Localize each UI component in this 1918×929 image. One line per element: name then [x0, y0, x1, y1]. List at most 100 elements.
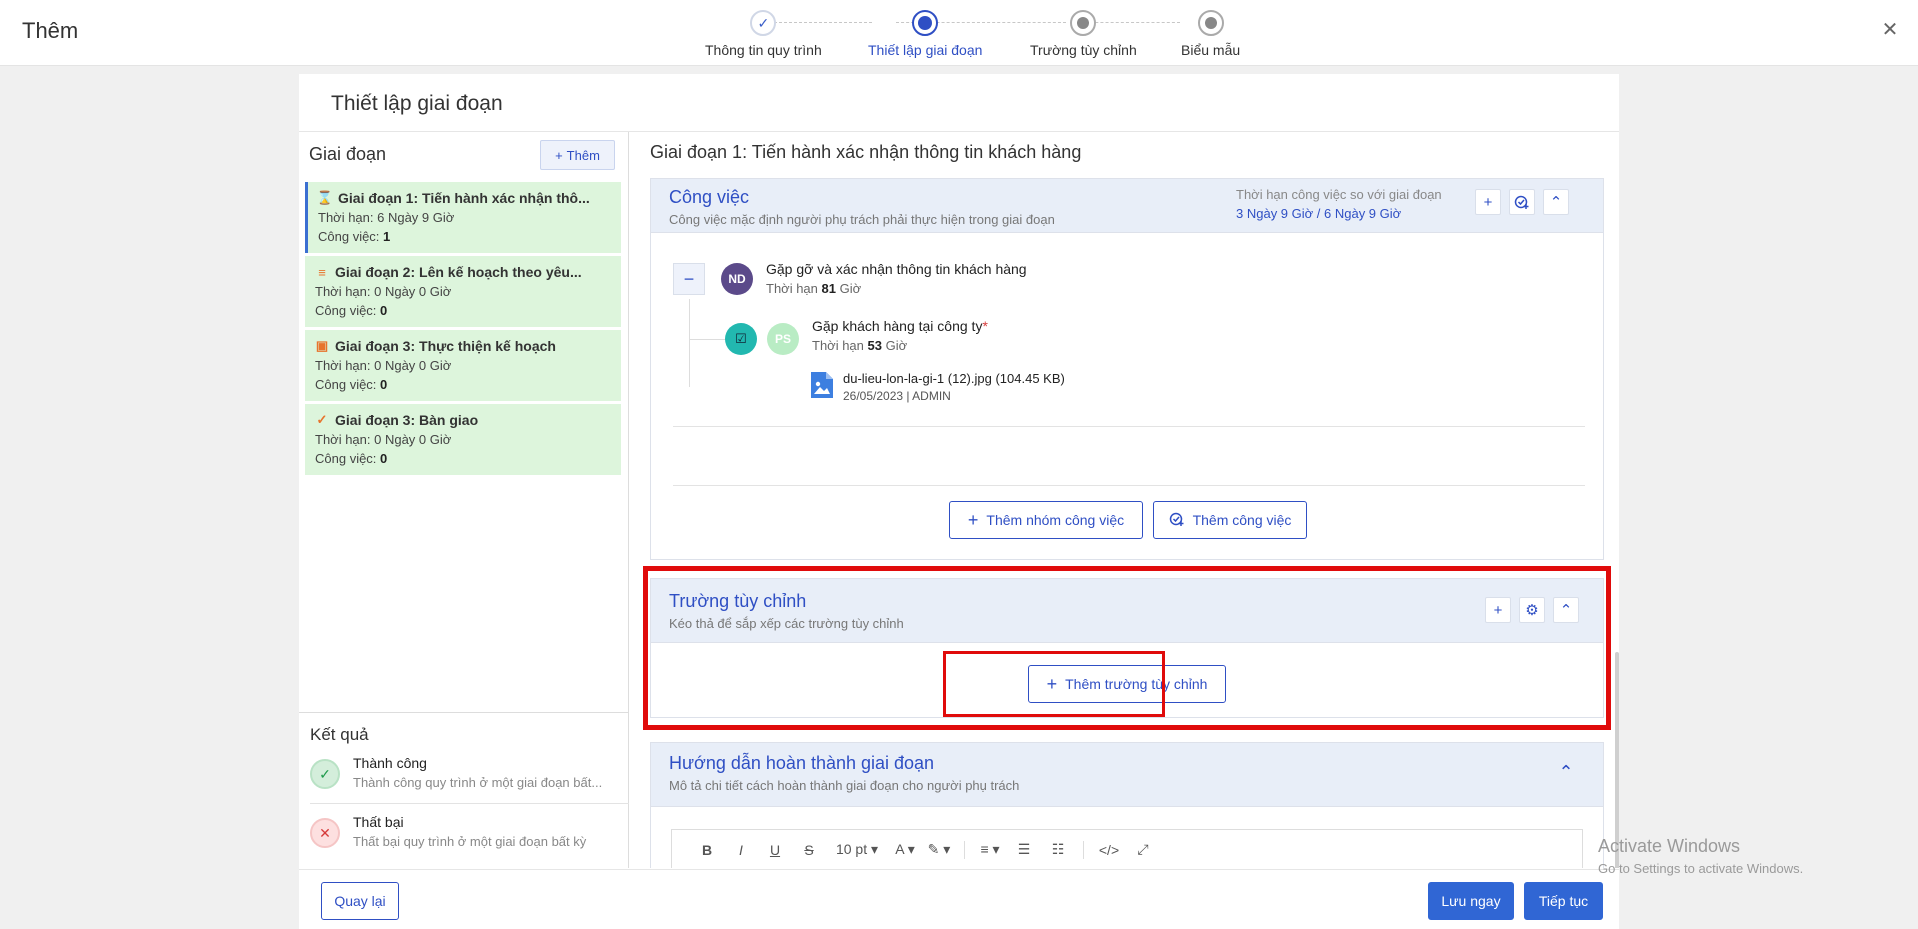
stage-deadline: 6 Ngày 9 Giờ [377, 210, 455, 225]
step-forms[interactable]: Biểu mẫu [1181, 10, 1240, 58]
check-circle-icon: ✓ [310, 759, 340, 789]
collapse-group-button[interactable]: − [673, 263, 705, 295]
add-task-button[interactable]: Thêm công việc [1153, 501, 1307, 539]
strikethrough-icon[interactable]: S [792, 842, 826, 858]
code-view-icon[interactable]: </> [1092, 842, 1126, 858]
toolbar-separator [1083, 840, 1084, 859]
step-dot-icon [1197, 10, 1224, 36]
stage-deadline: 0 Ngày 0 Giờ [374, 432, 452, 447]
stage-title: Giai đoạn 3: Thực thiện kế hoạch [335, 338, 556, 354]
watermark-line-1: Activate Windows [1598, 836, 1741, 856]
dialog-title: Thêm [22, 18, 79, 43]
task-group-name[interactable]: Gặp gỡ và xác nhận thông tin khách hàng [766, 261, 1027, 277]
add-stage-button[interactable]: + Thêm [540, 140, 615, 170]
add-task-check-icon [1169, 511, 1185, 530]
toolbar-separator [964, 840, 965, 859]
task-name-text: Gặp khách hàng tại công ty [812, 318, 983, 334]
top-bar: Thêm ✓ Thông tin quy trình Thiết lập gia… [0, 0, 1918, 66]
stage-title: Giai đoạn 3: Bàn giao [335, 412, 479, 428]
stage-title: Giai đoạn 1: Tiến hành xác nhận thô... [338, 190, 590, 206]
chevron-up-icon[interactable]: ⌃ [1553, 759, 1579, 785]
result-name: Thất bại [353, 814, 404, 830]
panel-title: Thiết lập giai đoạn [331, 92, 503, 115]
completion-guide-title: Hướng dẫn hoàn thành giai đoạn [669, 753, 935, 773]
font-size-select[interactable]: 10 pt ▾ [826, 841, 888, 858]
task-checkbox-icon[interactable]: ☑ [725, 323, 757, 355]
stage-item-4[interactable]: ✓ Giai đoạn 3: Bàn giao Thời hạn: 0 Ngày… [305, 404, 621, 475]
bold-icon[interactable]: B [690, 842, 724, 858]
divider [299, 712, 629, 713]
stage-task-count: 0 [380, 303, 388, 318]
step-label: Trường tùy chỉnh [1030, 42, 1137, 58]
step-label: Biểu mẫu [1181, 42, 1241, 58]
avatar: ND [721, 263, 753, 295]
highlight-frame [943, 651, 1165, 717]
required-mark: * [982, 318, 988, 334]
underline-icon[interactable]: U [758, 842, 792, 858]
task-deadline-value: 3 Ngày 9 Giờ / 6 Ngày 9 Giờ [1236, 206, 1402, 221]
step-label: Thiết lập giai đoạn [868, 42, 983, 58]
completion-guide-header: Hướng dẫn hoàn thành giai đoạn Mô tả chi… [651, 743, 1603, 807]
result-success[interactable]: ✓ Thành công Thành công quy trình ở một … [299, 745, 629, 803]
back-button[interactable]: Quay lại [321, 882, 399, 920]
stage-item-3[interactable]: ▣ Giai đoạn 3: Thực thiện kế hoạch Thời … [305, 330, 621, 401]
text-color-icon[interactable]: A ▾ [888, 841, 922, 858]
tasks-card-subtitle: Công việc mặc định người phụ trách phải … [669, 212, 1055, 227]
tree-line [689, 299, 690, 387]
tree-line [689, 339, 727, 340]
task-group-deadline: Thời hạn 81 Giờ [766, 281, 861, 296]
add-task-group-button[interactable]: + Thêm nhóm công việc [949, 501, 1143, 539]
stage-deadline-label: Thời hạn: [318, 210, 378, 225]
stage-item-1[interactable]: ⌛ Giai đoạn 1: Tiến hành xác nhận thô...… [305, 182, 621, 253]
list-icon: ≡ [318, 264, 326, 280]
step-label: Thông tin quy trình [705, 42, 822, 58]
plus-icon: + [967, 510, 979, 530]
add-task-label: Thêm công việc [1192, 512, 1292, 528]
step-stage-setup[interactable]: Thiết lập giai đoạn [868, 10, 982, 58]
step-dot-icon [1070, 10, 1097, 36]
step-custom-fields[interactable]: Trường tùy chỉnh [1030, 10, 1137, 58]
result-desc: Thành công quy trình ở một giai đoạn bất… [353, 775, 603, 790]
tasks-card-title: Công việc [669, 187, 750, 207]
stage-detail-heading: Giai đoạn 1: Tiến hành xác nhận thông ti… [650, 142, 1082, 162]
tasks-card-header: Công việc Công việc mặc định người phụ t… [651, 179, 1603, 233]
close-icon[interactable]: ✕ [1880, 20, 1900, 40]
windows-activation-watermark: Activate Windows Go to Settings to activ… [1598, 836, 1803, 876]
stage-task-count: 0 [380, 377, 388, 392]
watermark-line-2: Go to Settings to activate Windows. [1598, 861, 1804, 876]
stage-tasks-label: Công việc: [318, 229, 384, 244]
add-task-check-icon[interactable] [1509, 189, 1535, 215]
divider [673, 485, 1585, 486]
bullet-list-icon[interactable]: ☷ [1041, 841, 1075, 858]
task-deadline-label: Thời hạn công việc so với giai đoạn [1236, 187, 1442, 202]
result-failure[interactable]: ✕ Thất bại Thất bại quy trình ở một giai… [299, 804, 629, 862]
result-name: Thành công [353, 755, 427, 771]
deadline-unit: Giờ [881, 338, 908, 353]
save-button[interactable]: Lưu ngay [1428, 882, 1514, 920]
fullscreen-icon[interactable]: ⤢ [1126, 841, 1160, 858]
align-icon[interactable]: ≡ ▾ [973, 841, 1007, 858]
footer-actions: Quay lại Lưu ngay Tiếp tục [299, 869, 1619, 929]
task-deadline: Thời hạn 53 Giờ [812, 338, 907, 353]
file-meta: 26/05/2023 | ADMIN [843, 389, 951, 403]
add-icon[interactable]: + [1475, 189, 1501, 215]
avatar: PS [767, 323, 799, 355]
deadline-prefix: Thời hạn [766, 281, 822, 296]
italic-icon[interactable]: I [724, 842, 758, 858]
deadline-number: 53 [867, 338, 882, 353]
stage-tasks-label: Công việc: [315, 303, 381, 318]
next-button[interactable]: Tiếp tục [1524, 882, 1603, 920]
stage-task-count: 1 [383, 229, 391, 244]
add-task-group-label: Thêm nhóm công việc [986, 512, 1125, 528]
ordered-list-icon[interactable]: ☰ [1007, 841, 1041, 858]
stage-list: ⌛ Giai đoạn 1: Tiến hành xác nhận thô...… [305, 182, 621, 478]
file-name[interactable]: du-lieu-lon-la-gi-1 (12).jpg (104.45 KB) [843, 371, 1065, 386]
stage-item-2[interactable]: ≡ Giai đoạn 2: Lên kế hoạch theo yêu... … [305, 256, 621, 327]
results-section: Kết quả ✓ Thành công Thành công quy trìn… [299, 712, 629, 862]
chevron-up-icon[interactable]: ⌃ [1543, 189, 1569, 215]
plus-icon: + [555, 147, 563, 163]
task-name[interactable]: Gặp khách hàng tại công ty* [812, 318, 988, 334]
step-process-info[interactable]: ✓ Thông tin quy trình [705, 10, 822, 58]
highlight-color-icon[interactable]: ✎ ▾ [922, 841, 956, 858]
stage-deadline: 0 Ngày 0 Giờ [374, 358, 452, 373]
